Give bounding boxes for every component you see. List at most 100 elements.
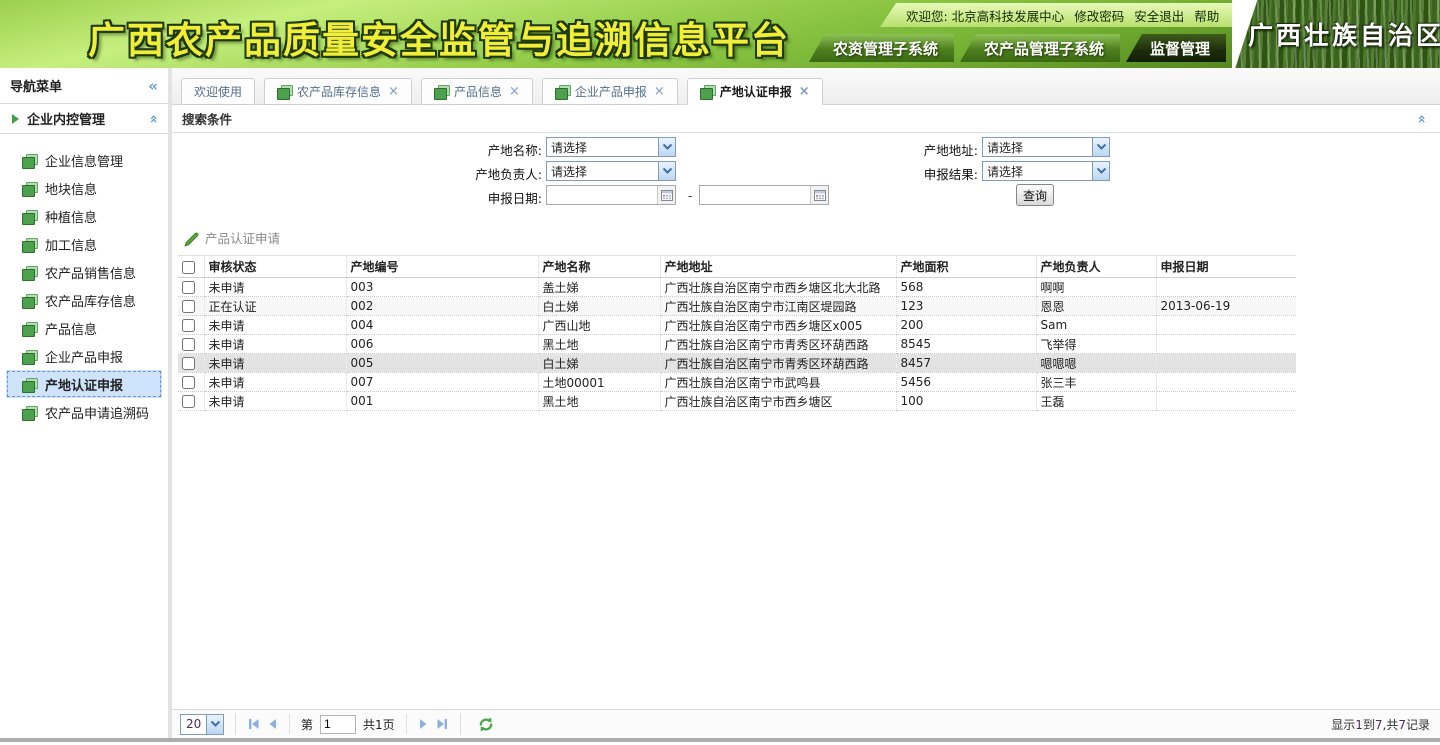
close-icon[interactable]: ×: [388, 84, 399, 99]
table-row[interactable]: 未申请 005 白土娣 广西壮族自治区南宁市青秀区环葫西路 8457 嗯嗯嗯: [178, 354, 1296, 373]
page-size-select[interactable]: 20: [180, 714, 224, 735]
tab-product-info[interactable]: 产品信息 ×: [421, 78, 533, 105]
folder-icon: [22, 406, 37, 419]
close-icon[interactable]: ×: [509, 84, 520, 99]
subsystem-tab-agri-products[interactable]: 农产品管理子系统: [960, 34, 1120, 62]
sidebar-collapse-icon[interactable]: «: [148, 77, 158, 95]
row-checkbox[interactable]: [182, 300, 195, 313]
cell-address: 广西壮族自治区南宁市西乡塘区: [660, 392, 896, 411]
status-text: ,共: [1383, 718, 1399, 732]
sidebar-item-enterprise-info[interactable]: 企业信息管理: [0, 146, 168, 174]
cell-name: 土地00001: [538, 373, 660, 392]
cell-address: 广西壮族自治区南宁市西乡塘区北大北路: [660, 278, 896, 297]
chevron-down-icon[interactable]: [1092, 162, 1109, 180]
search-collapse-icon[interactable]: «: [1413, 114, 1429, 123]
sidebar-item-product-info[interactable]: 产品信息: [0, 314, 168, 342]
help-link[interactable]: 帮助: [1194, 6, 1219, 25]
section-collapse-icon[interactable]: «: [145, 114, 161, 123]
sidebar-item-land-info[interactable]: 地块信息: [0, 174, 168, 202]
folder-icon: [22, 266, 37, 279]
tab-product-declare[interactable]: 企业产品申报 ×: [542, 78, 678, 105]
origin-manager-select[interactable]: 请选择: [546, 161, 676, 181]
table-row[interactable]: 未申请 006 黑土地 广西壮族自治区南宁市青秀区环葫西路 8545 飞举得: [178, 335, 1296, 354]
welcome-text: 欢迎您: 北京高科技发展中心: [906, 6, 1064, 25]
first-page-icon[interactable]: [247, 718, 260, 730]
cell-date: [1156, 335, 1296, 354]
page-total-label: 共1页: [363, 716, 395, 733]
tab-welcome[interactable]: 欢迎使用: [181, 78, 255, 105]
prev-page-icon[interactable]: [267, 718, 278, 730]
cell-name: 盖土娣: [538, 278, 660, 297]
calendar-icon[interactable]: [657, 186, 675, 204]
tab-label: 农产品库存信息: [297, 83, 381, 100]
tab-origin-cert-declare[interactable]: 产地认证申报 ×: [687, 78, 823, 105]
row-checkbox[interactable]: [182, 357, 195, 370]
origin-address-select[interactable]: 请选择: [982, 137, 1110, 157]
origin-cert-table: 审核状态 产地编号 产地名称 产地地址 产地面积 产地负责人 申报日期 未申请 …: [178, 255, 1296, 411]
cell-area: 568: [896, 278, 1036, 297]
cell-manager: Sam: [1036, 316, 1156, 335]
sidebar-item-planting-info[interactable]: 种植信息: [0, 202, 168, 230]
calendar-icon[interactable]: [810, 186, 828, 204]
tab-label: 产品信息: [454, 83, 502, 100]
page-number-input[interactable]: [320, 715, 356, 734]
refresh-icon[interactable]: [478, 717, 494, 732]
sidebar-item-origin-cert-declare[interactable]: 产地认证申报: [6, 370, 162, 398]
sidebar-item-product-declare[interactable]: 企业产品申报: [0, 342, 168, 370]
cell-address: 广西壮族自治区南宁市青秀区环葫西路: [660, 335, 896, 354]
sidebar-item-processing-info[interactable]: 加工信息: [0, 230, 168, 258]
chevron-down-icon[interactable]: [1092, 138, 1109, 156]
origin-name-label: 产地名称:: [372, 140, 542, 159]
origin-name-select[interactable]: 请选择: [546, 137, 676, 157]
table-row[interactable]: 未申请 007 土地00001 广西壮族自治区南宁市武鸣县 5456 张三丰: [178, 373, 1296, 392]
col-address: 产地地址: [660, 256, 896, 278]
sidebar-section-enterprise-control[interactable]: 企业内控管理 «: [0, 104, 168, 134]
row-checkbox[interactable]: [182, 376, 195, 389]
select-all-checkbox[interactable]: [182, 261, 195, 274]
table-row[interactable]: 正在认证 002 白土娣 广西壮族自治区南宁市江南区堤园路 123 恩恩 201…: [178, 297, 1296, 316]
logout-link[interactable]: 安全退出: [1134, 6, 1184, 25]
subsystem-tab-agri-materials[interactable]: 农资管理子系统: [809, 34, 954, 62]
date-from-input[interactable]: [547, 187, 657, 203]
date-to-input[interactable]: [700, 187, 810, 203]
chevron-down-icon[interactable]: [658, 162, 675, 180]
cell-manager: 恩恩: [1036, 297, 1156, 316]
cell-status: 未申请: [204, 373, 346, 392]
row-checkbox[interactable]: [182, 319, 195, 332]
bottom-divider: [0, 738, 1440, 742]
change-password-link[interactable]: 修改密码: [1074, 6, 1124, 25]
chevron-down-icon[interactable]: [658, 138, 675, 156]
select-value: 请选择: [547, 163, 658, 180]
certification-apply-action[interactable]: 产品认证申请: [205, 228, 280, 247]
date-range-separator: -: [688, 189, 692, 203]
last-page-icon[interactable]: [436, 718, 449, 730]
folder-icon: [22, 154, 37, 167]
next-page-icon[interactable]: [418, 718, 429, 730]
folder-icon: [22, 238, 37, 251]
status-number: 7: [1375, 718, 1383, 732]
query-button[interactable]: 查询: [1016, 184, 1054, 206]
cell-area: 5456: [896, 373, 1036, 392]
declare-result-select[interactable]: 请选择: [982, 161, 1110, 181]
select-value: 请选择: [983, 163, 1092, 180]
table-row[interactable]: 未申请 004 广西山地 广西壮族自治区南宁市西乡塘区x005 200 Sam: [178, 316, 1296, 335]
table-row[interactable]: 未申请 003 盖土娣 广西壮族自治区南宁市西乡塘区北大北路 568 啊啊: [178, 278, 1296, 297]
sidebar-item-label: 农产品库存信息: [45, 291, 136, 310]
row-checkbox[interactable]: [182, 395, 195, 408]
chevron-down-icon[interactable]: [206, 715, 223, 734]
sidebar-item-trace-code[interactable]: 农产品申请追溯码: [0, 398, 168, 426]
close-icon[interactable]: ×: [799, 84, 810, 99]
cell-code: 002: [346, 297, 538, 316]
sidebar-item-inventory-info[interactable]: 农产品库存信息: [0, 286, 168, 314]
page-prefix-label: 第: [301, 716, 313, 733]
section-arrow-icon: [12, 114, 19, 124]
row-checkbox[interactable]: [182, 338, 195, 351]
close-icon[interactable]: ×: [654, 84, 665, 99]
sidebar-item-sales-info[interactable]: 农产品销售信息: [0, 258, 168, 286]
cell-address: 广西壮族自治区南宁市西乡塘区x005: [660, 316, 896, 335]
tab-inventory-info[interactable]: 农产品库存信息 ×: [264, 78, 412, 105]
table-row[interactable]: 未申请 001 黑土地 广西壮族自治区南宁市西乡塘区 100 王磊: [178, 392, 1296, 411]
col-name: 产地名称: [538, 256, 660, 278]
row-checkbox[interactable]: [182, 281, 195, 294]
subsystem-tab-supervision[interactable]: 监督管理: [1126, 34, 1226, 62]
